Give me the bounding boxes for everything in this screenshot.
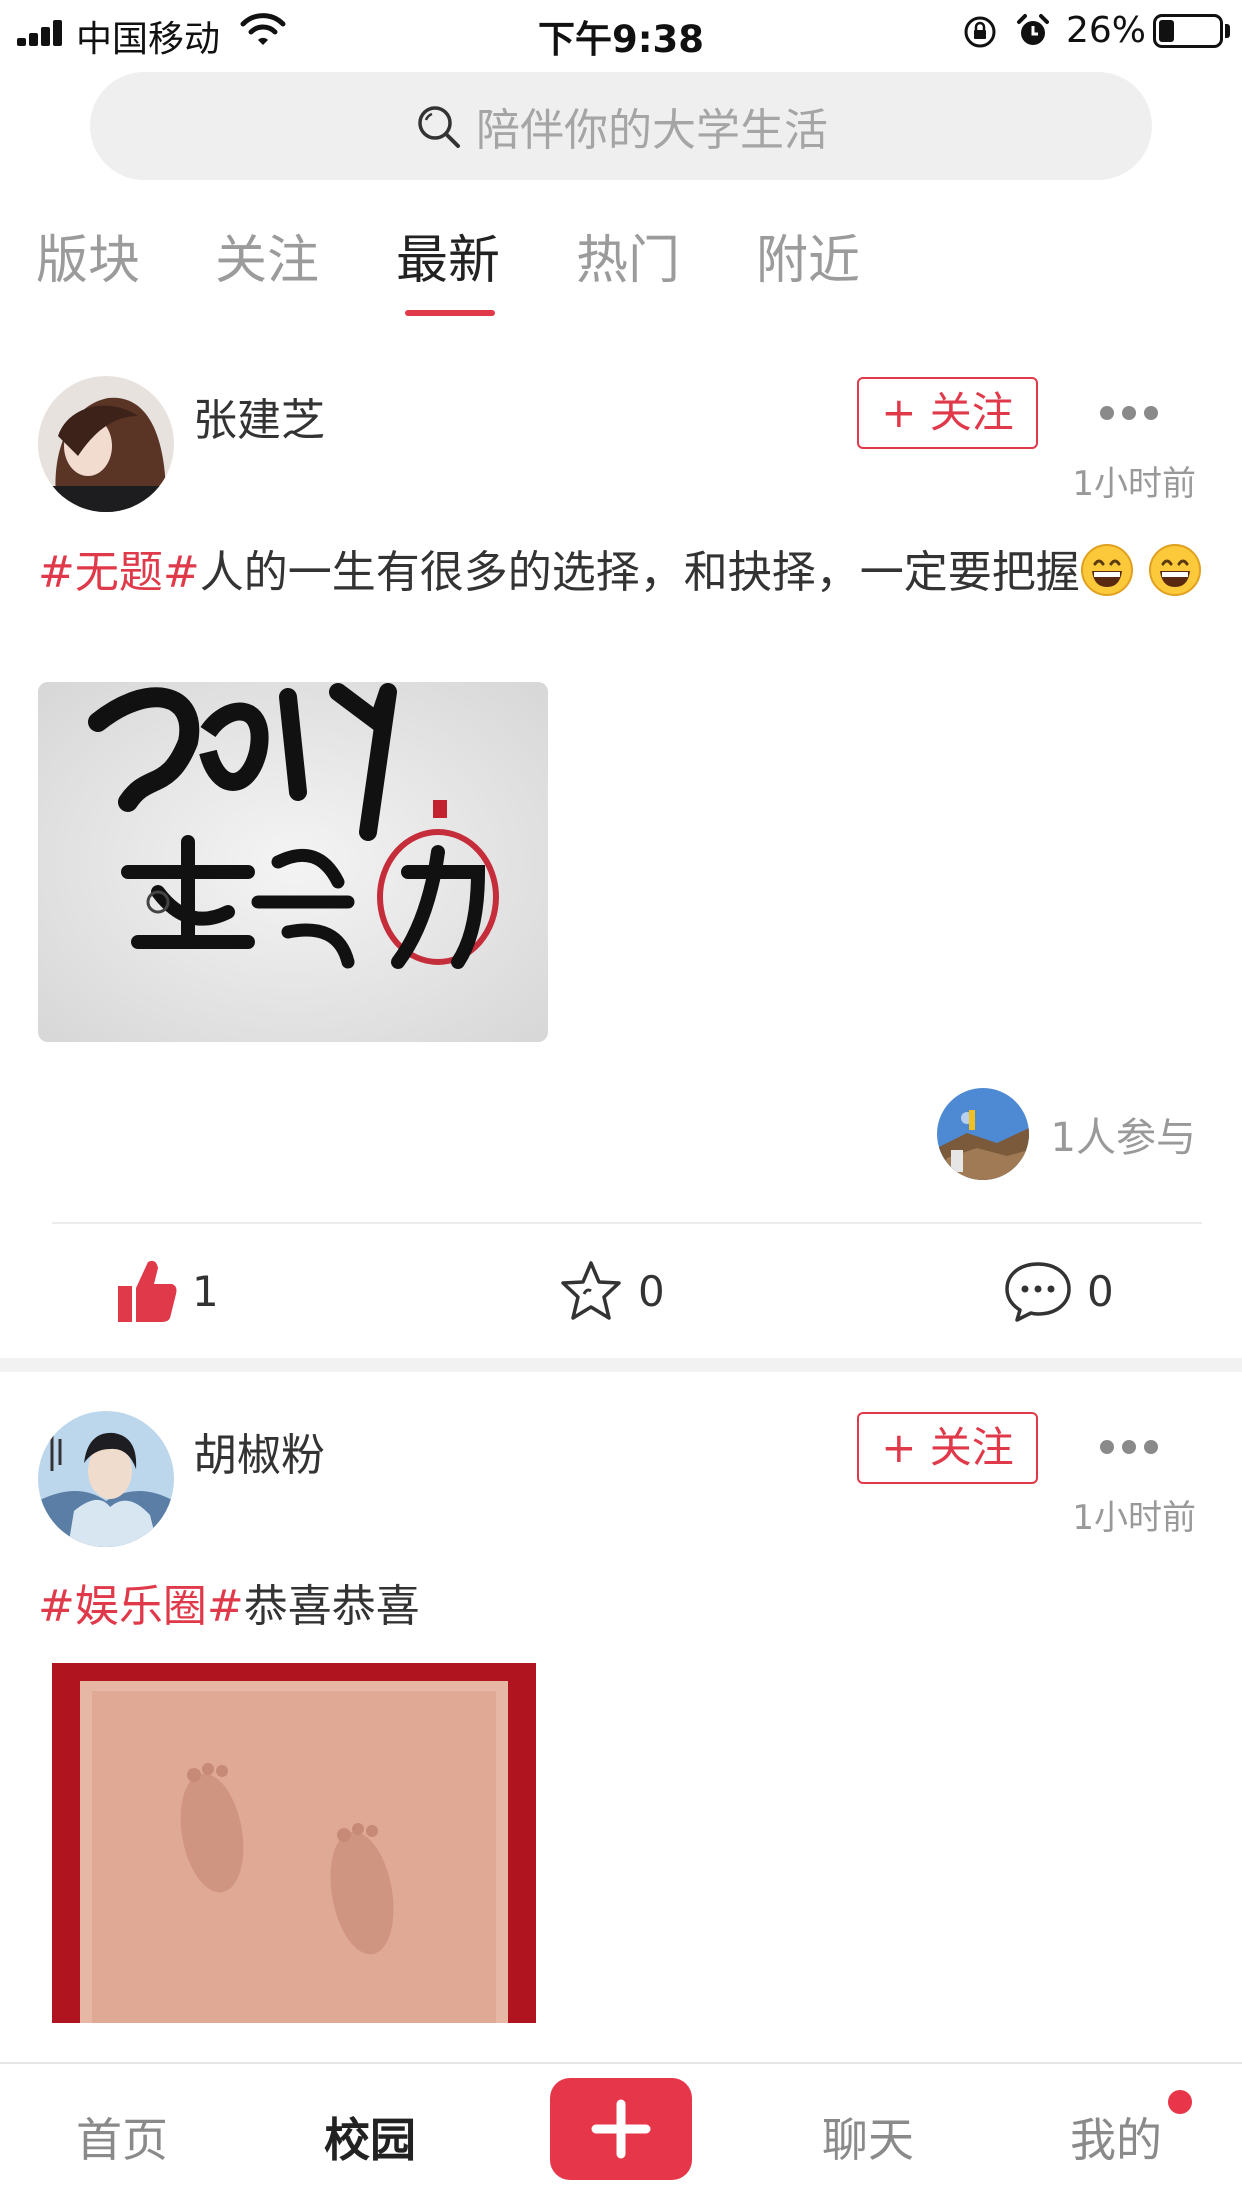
nav-campus[interactable]: 校园	[324, 2104, 416, 2170]
battery-icon	[1153, 14, 1223, 48]
battery-cap	[1225, 24, 1230, 38]
grinning-face-emoji	[1148, 544, 1201, 596]
favorite-button[interactable]: 0	[558, 1258, 665, 1324]
star-icon	[561, 1261, 621, 1320]
more-icon[interactable]	[1097, 1437, 1161, 1457]
participant-avatar[interactable]	[936, 1088, 1029, 1180]
post-tag[interactable]: #娱乐圈#	[38, 1581, 244, 1632]
follow-button[interactable]: + 关注	[857, 377, 1038, 449]
battery-fill	[1159, 20, 1174, 42]
grinning-face-emoji	[1080, 544, 1133, 596]
tab-latest[interactable]: 最新	[396, 218, 500, 293]
tab-hot[interactable]: 热门	[576, 218, 680, 293]
post-text[interactable]: #娱乐圈#恭喜恭喜	[38, 1574, 1208, 1640]
add-post-button[interactable]	[550, 2078, 692, 2180]
username[interactable]: 胡椒粉	[193, 1419, 325, 1483]
participants[interactable]: 1人参与	[936, 1088, 1196, 1180]
avatar[interactable]	[38, 376, 174, 512]
more-icon[interactable]	[1097, 403, 1161, 423]
like-button[interactable]: 1	[116, 1258, 219, 1324]
comment-icon	[1005, 1262, 1071, 1322]
comment-count: 0	[1087, 1266, 1114, 1316]
search-icon	[418, 106, 460, 148]
post-text[interactable]: #无题#人的一生有很多的选择，和抉择，一定要把握	[38, 540, 1208, 606]
status-bar: 中国移动 下午9:38 26%	[0, 0, 1242, 62]
thumbs-up-icon	[118, 1260, 177, 1322]
post-time: 1小时前	[1072, 1498, 1196, 1538]
nav-me[interactable]: 我的	[1070, 2104, 1162, 2170]
battery-percent: 26%	[1066, 10, 1147, 51]
comment-button[interactable]: 0	[1003, 1258, 1114, 1324]
avatar[interactable]	[38, 1411, 174, 1547]
notification-dot	[1168, 2090, 1192, 2114]
post-tag[interactable]: #无题#	[38, 547, 200, 598]
participants-count: 1人参与	[1050, 1115, 1196, 1161]
follow-button[interactable]: + 关注	[857, 1412, 1038, 1484]
feed-tabs: 版块 关注 最新 热门 附近	[0, 200, 1242, 320]
plus-icon	[591, 2099, 651, 2159]
post-image[interactable]	[38, 682, 548, 1042]
bottom-nav: 首页 校园 聊天 我的	[0, 2062, 1242, 2208]
search-bar[interactable]: 陪伴你的大学生活	[90, 72, 1152, 180]
post-body: 恭喜恭喜	[243, 1581, 420, 1632]
post-actions: 1 0 0	[0, 1238, 1242, 1338]
clock: 下午9:38	[537, 18, 705, 61]
search-placeholder: 陪伴你的大学生活	[476, 105, 828, 156]
nav-chat[interactable]: 聊天	[822, 2104, 914, 2170]
username[interactable]: 张建芝	[193, 384, 325, 448]
section-separator	[0, 1358, 1242, 1372]
tab-sections[interactable]: 版块	[36, 218, 140, 293]
rotation-lock-icon	[964, 16, 996, 48]
post-time: 1小时前	[1072, 464, 1196, 504]
post-image[interactable]	[52, 1663, 536, 2023]
divider	[52, 1222, 1202, 1224]
tab-nearby[interactable]: 附近	[756, 218, 860, 293]
tab-following[interactable]: 关注	[215, 218, 319, 293]
post-body: 人的一生有很多的选择，和抉择，一定要把握	[199, 547, 1080, 598]
alarm-icon	[1017, 14, 1049, 45]
favorite-count: 0	[638, 1266, 665, 1316]
like-count: 1	[192, 1266, 219, 1316]
active-tab-indicator	[405, 310, 495, 316]
nav-home[interactable]: 首页	[76, 2104, 168, 2170]
